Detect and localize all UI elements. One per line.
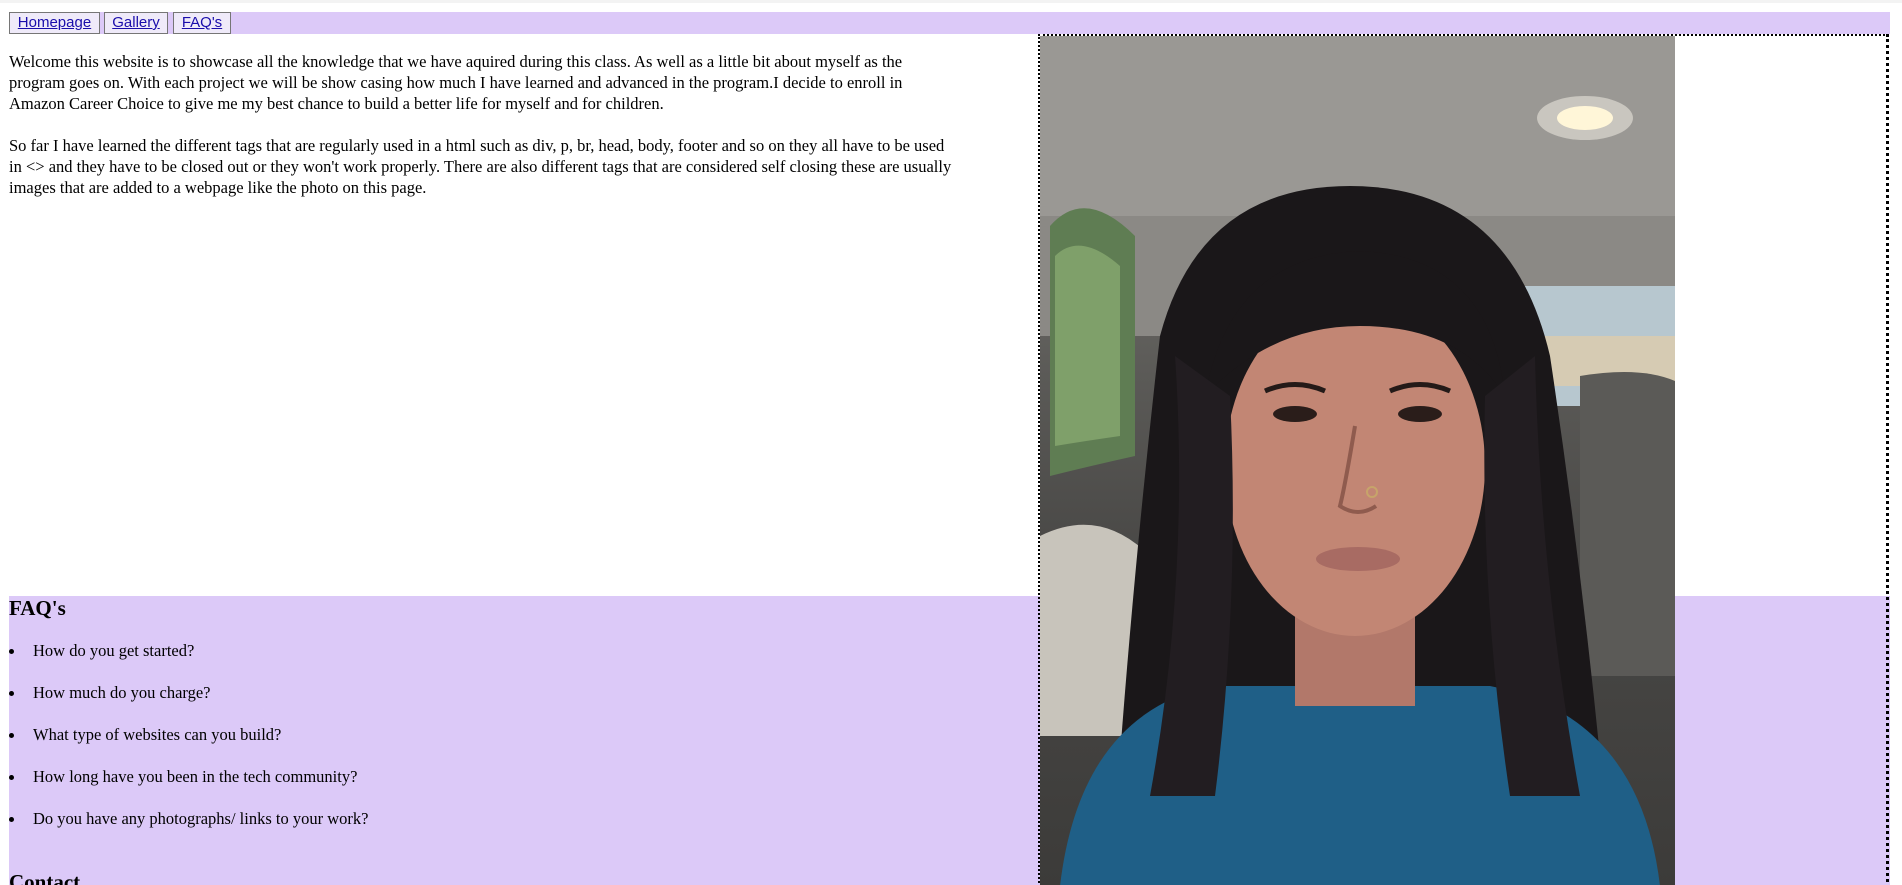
faq-item: What type of websites can you build?	[9, 721, 368, 763]
bullet-icon	[9, 817, 14, 822]
portrait-photo-illustration	[1040, 36, 1675, 885]
contact-heading: Contact	[9, 870, 81, 885]
nav-bar: Homepage Gallery FAQ's	[9, 12, 1890, 34]
bullet-icon	[9, 691, 14, 696]
intro-paragraph-tags: So far I have learned the different tags…	[9, 136, 952, 197]
window-top-edge	[0, 0, 1902, 3]
faq-heading: FAQ's	[9, 596, 66, 620]
faq-question: What type of websites can you build?	[33, 725, 282, 744]
bullet-icon	[9, 775, 14, 780]
intro-paragraph-welcome: Welcome this website is to showcase all …	[9, 52, 903, 113]
faq-question: How long have you been in the tech commu…	[33, 767, 358, 786]
bullet-icon	[9, 733, 14, 738]
nav-link-homepage[interactable]: Homepage	[9, 12, 100, 34]
faq-item: Do you have any photographs/ links to yo…	[9, 805, 368, 847]
faq-question: How do you get started?	[33, 641, 195, 660]
faq-item: How much do you charge?	[9, 679, 368, 721]
portrait-photo	[1040, 36, 1675, 885]
faq-item: How long have you been in the tech commu…	[9, 763, 368, 805]
nav-link-gallery[interactable]: Gallery	[104, 12, 168, 34]
nav-link-faqs[interactable]: FAQ's	[173, 12, 231, 34]
faq-item: How do you get started?	[9, 637, 368, 679]
faq-list: How do you get started? How much do you …	[9, 637, 368, 847]
bullet-icon	[9, 649, 14, 654]
intro-section: Welcome this website is to showcase all …	[9, 51, 959, 219]
faq-question: Do you have any photographs/ links to yo…	[33, 809, 369, 828]
faq-question: How much do you charge?	[33, 683, 211, 702]
